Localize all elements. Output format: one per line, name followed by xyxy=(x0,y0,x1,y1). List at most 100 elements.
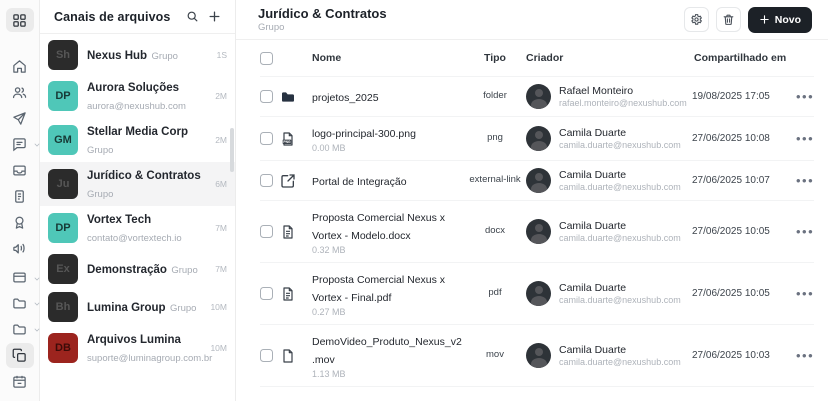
table-row[interactable]: logo-principal-300.png 0.00 MB png Camil… xyxy=(260,117,814,161)
cards-icon[interactable] xyxy=(6,266,34,290)
folder-icon[interactable] xyxy=(6,291,34,315)
creator-email: camila.duarte@nexushub.com xyxy=(559,233,681,243)
folder-icon xyxy=(280,89,312,105)
creator-name: Camila Duarte xyxy=(559,282,681,294)
settings-button[interactable] xyxy=(684,7,709,32)
creator-cell: Camila Duarte camila.duarte@nexushub.com xyxy=(526,126,692,151)
table-row[interactable]: projetos_2025 folder Rafael Monteiro raf… xyxy=(260,77,814,117)
channel-item-nexus-hub[interactable]: Sh Nexus Hub Grupo 1S xyxy=(40,36,235,74)
file-size: 0.00 MB xyxy=(312,143,464,153)
row-checkbox[interactable] xyxy=(260,287,273,300)
channel-subtitle: contato@vortextech.io xyxy=(87,233,182,244)
channel-age-badge: 2M xyxy=(215,135,227,145)
header-actions: Novo xyxy=(684,7,812,33)
delete-button[interactable] xyxy=(716,7,741,32)
calendar-icon[interactable] xyxy=(6,369,34,393)
table-row[interactable]: Proposta Comercial Nexus x Vortex - Mode… xyxy=(260,201,814,263)
search-button[interactable] xyxy=(181,6,203,28)
table-header-row: Nome Tipo Criador Compartilhado em xyxy=(260,40,814,77)
channel-name: Jurídico & Contratos xyxy=(87,170,201,182)
templates-icon[interactable] xyxy=(6,184,34,208)
contacts-icon[interactable] xyxy=(6,80,34,104)
file-type: pdf xyxy=(464,287,526,299)
creator-text: Camila Duarte camila.duarte@nexushub.com xyxy=(559,220,681,243)
main-panel: Jurídico & Contratos Grupo Novo Nome Tip… xyxy=(236,0,828,401)
row-menu-button[interactable]: ••• xyxy=(796,227,824,237)
channel-item-lumina-group[interactable]: Bh Lumina Group Grupo 10M xyxy=(40,288,235,326)
row-menu-button[interactable]: ••• xyxy=(796,289,824,299)
new-button-label: Novo xyxy=(775,14,801,26)
new-button[interactable]: Novo xyxy=(748,7,812,33)
sidebar-scrollbar[interactable] xyxy=(230,128,234,172)
file-type: docx xyxy=(464,225,526,237)
creator-email: camila.duarte@nexushub.com xyxy=(559,140,681,150)
row-checkbox[interactable] xyxy=(260,349,273,362)
creator-text: Camila Duarte camila.duarte@nexushub.com xyxy=(559,344,681,367)
channel-name: Vortex Tech xyxy=(87,214,151,226)
sidebar-title: Canais de arquivos xyxy=(54,10,181,24)
channel-name: Demonstração xyxy=(87,264,167,276)
channel-name: Lumina Group xyxy=(87,302,166,314)
table-row[interactable]: Proposta Comercial Nexus x Vortex - Fina… xyxy=(260,263,814,325)
channel-item-demonstracao[interactable]: Ex Demonstração Grupo 7M xyxy=(40,250,235,288)
column-header-shared[interactable]: Compartilhado em xyxy=(692,52,796,64)
send-icon[interactable] xyxy=(6,106,34,130)
campaigns-icon[interactable] xyxy=(6,236,34,260)
creator-avatar xyxy=(526,126,551,151)
column-header-name[interactable]: Nome xyxy=(312,52,464,64)
creator-text: Camila Duarte camila.duarte@nexushub.com xyxy=(559,169,681,192)
channel-list: Sh Nexus Hub Grupo 1S DP Aurora Soluções… xyxy=(40,34,235,401)
creator-cell: Camila Duarte camila.duarte@nexushub.com xyxy=(526,343,692,368)
avatar: DP xyxy=(48,81,78,111)
file-type: external-link xyxy=(464,174,526,186)
mov-file-icon xyxy=(280,348,312,364)
row-checkbox[interactable] xyxy=(260,132,273,145)
column-header-creator[interactable]: Criador xyxy=(526,52,692,64)
icon-rail xyxy=(0,0,40,401)
channel-age-badge: 10M xyxy=(210,343,227,353)
select-all-checkbox[interactable] xyxy=(260,52,273,65)
file-name-cell: projetos_2025 xyxy=(312,88,464,106)
channel-item-aurora-solucoes[interactable]: DP Aurora Soluções aurora@nexushub.com 2… xyxy=(40,74,235,118)
avatar: Sh xyxy=(48,40,78,70)
folder-icon[interactable] xyxy=(6,317,34,341)
pdf-file-icon xyxy=(280,286,312,302)
channel-item-stellar-media-corp[interactable]: GM Stellar Media Corp Grupo 2M xyxy=(40,118,235,162)
add-channel-button[interactable] xyxy=(203,6,225,28)
files-icon[interactable] xyxy=(6,343,34,367)
channel-item-juridico-contratos[interactable]: Ju Jurídico & Contratos Grupo 6M xyxy=(40,162,235,206)
main-header: Jurídico & Contratos Grupo Novo xyxy=(236,0,828,40)
channel-subtitle: Grupo xyxy=(152,51,178,62)
inbox-icon[interactable] xyxy=(6,158,34,182)
channel-item-vortex-tech[interactable]: DP Vortex Tech contato@vortextech.io 7M xyxy=(40,206,235,250)
row-menu-button[interactable]: ••• xyxy=(796,351,824,361)
shared-date: 27/06/2025 10:05 xyxy=(692,288,796,299)
file-size: 0.27 MB xyxy=(312,307,464,317)
channel-item-arquivos-lumina[interactable]: DB Arquivos Lumina suporte@luminagroup.c… xyxy=(40,326,235,370)
channel-subtitle: Grupo xyxy=(87,189,113,200)
table-row[interactable]: DemoVideo_Produto_Nexus_v2.mov 1.13 MB m… xyxy=(260,325,814,387)
column-header-type[interactable]: Tipo xyxy=(464,52,526,64)
creator-email: camila.duarte@nexushub.com xyxy=(559,182,681,192)
row-checkbox[interactable] xyxy=(260,90,273,103)
creator-name: Camila Duarte xyxy=(559,127,681,139)
row-menu-button[interactable]: ••• xyxy=(796,134,824,144)
avatar: Ex xyxy=(48,254,78,284)
channel-subtitle: suporte@luminagroup.com.br xyxy=(87,353,212,364)
tag-icon[interactable] xyxy=(6,210,34,234)
creator-avatar xyxy=(526,281,551,306)
search-icon xyxy=(186,10,199,23)
row-menu-button[interactable]: ••• xyxy=(796,92,824,102)
apps-grid-icon[interactable] xyxy=(6,8,34,32)
row-checkbox[interactable] xyxy=(260,225,273,238)
file-type: folder xyxy=(464,90,526,102)
channel-age-badge: 10M xyxy=(210,302,227,312)
shared-date: 27/06/2025 10:03 xyxy=(692,350,796,361)
row-checkbox[interactable] xyxy=(260,174,273,187)
table-row[interactable]: Portal de Integração external-link Camil… xyxy=(260,161,814,201)
channel-name: Arquivos Lumina xyxy=(87,334,181,346)
avatar: DB xyxy=(48,333,78,363)
home-icon[interactable] xyxy=(6,55,34,79)
chats-icon[interactable] xyxy=(6,132,34,156)
row-menu-button[interactable]: ••• xyxy=(796,176,824,186)
